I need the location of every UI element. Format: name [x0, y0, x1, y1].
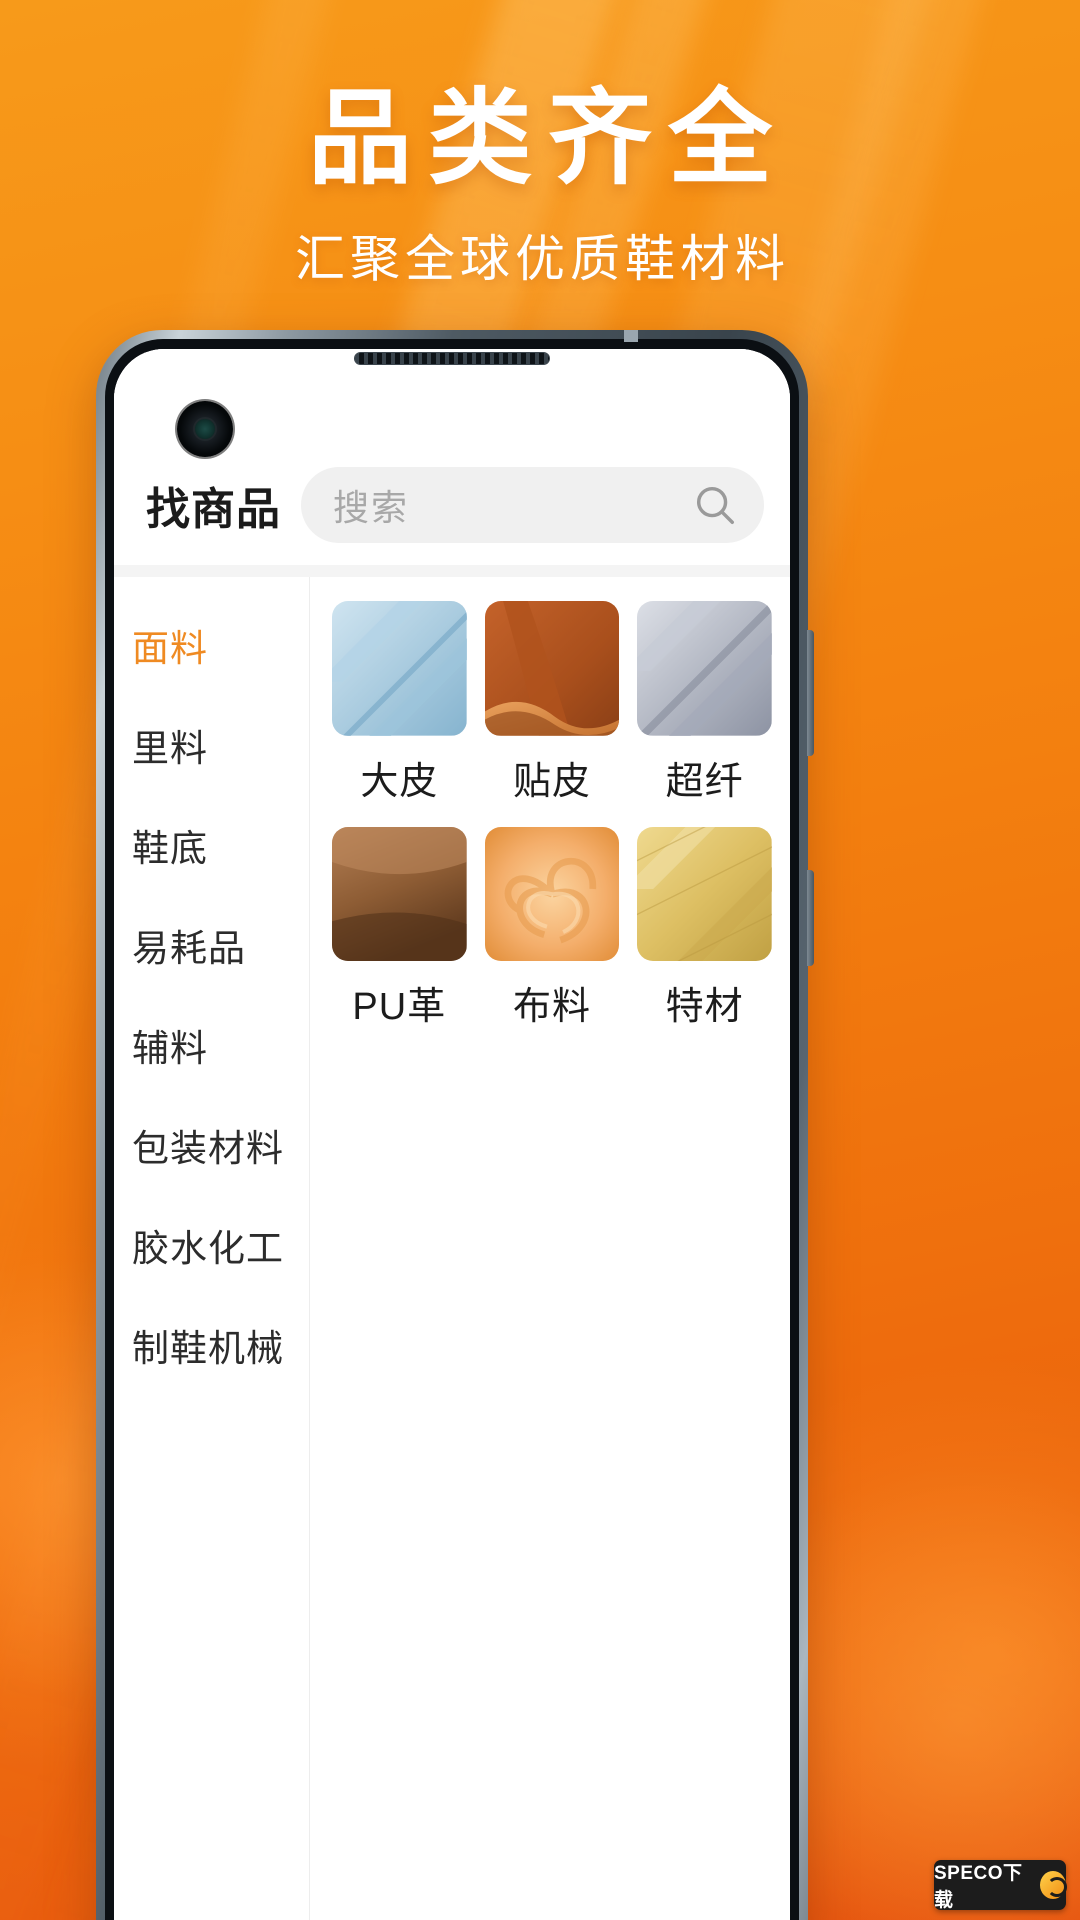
phone-mockup: 找商品 搜索 面料 里料 鞋底 易耗品 辅料 包装材料 胶水化工 制鞋机械 大皮…: [96, 330, 814, 1920]
power-key[interactable]: [807, 870, 814, 966]
watermark-badge: SPECO下载: [934, 1860, 1068, 1911]
sidebar-item-yihaopin[interactable]: 易耗品: [114, 895, 309, 995]
watermark-label: SPECO下载: [934, 1863, 1023, 1911]
antenna-band: [624, 330, 638, 342]
product-grid: 大皮 贴皮 超纤 PU革 布料 特材: [332, 601, 772, 1030]
front-camera-icon: [177, 401, 233, 457]
sidebar-item-mianliao[interactable]: 面料: [114, 595, 309, 695]
sidebar-item-baozhuangcailiao[interactable]: 包装材料: [114, 1095, 309, 1195]
product-cell-dapi[interactable]: 大皮: [332, 601, 467, 805]
product-cell-tiepi[interactable]: 贴皮: [484, 601, 620, 805]
search-input[interactable]: 搜索: [301, 467, 764, 543]
product-thumbnail: [637, 601, 772, 736]
sidebar-item-label: 里料: [132, 728, 208, 769]
page-title: 找商品: [146, 485, 281, 534]
earpiece-speaker-icon: [354, 352, 550, 365]
product-cell-tecai[interactable]: 特材: [637, 826, 772, 1031]
sidebar-item-label: 辅料: [132, 1028, 208, 1069]
app-container: 找商品 搜索 面料 里料 鞋底 易耗品 辅料 包装材料 胶水化工 制鞋机械 大皮…: [114, 349, 790, 1920]
product-grid-panel: 大皮 贴皮 超纤 PU革 布料 特材: [310, 577, 790, 1920]
sidebar-item-zhixiejixie[interactable]: 制鞋机械: [114, 1295, 309, 1395]
phone-screen: 找商品 搜索 面料 里料 鞋底 易耗品 辅料 包装材料 胶水化工 制鞋机械 大皮…: [114, 349, 790, 1920]
sidebar-item-label: 鞋底: [132, 828, 208, 869]
product-cell-chaoxian[interactable]: 超纤: [637, 601, 772, 805]
product-label: 特材: [665, 986, 744, 1029]
app-body: 面料 里料 鞋底 易耗品 辅料 包装材料 胶水化工 制鞋机械 大皮 贴皮 超纤 …: [114, 577, 790, 1920]
promo-title: 品类齐全: [307, 81, 788, 197]
product-cell-buliao[interactable]: 布料: [484, 826, 620, 1031]
search-icon[interactable]: [692, 482, 738, 528]
topbar-divider: [114, 565, 790, 577]
product-label: 大皮: [360, 760, 439, 803]
product-label: 贴皮: [512, 760, 591, 803]
phone-bezel: 找商品 搜索 面料 里料 鞋底 易耗品 辅料 包装材料 胶水化工 制鞋机械 大皮…: [105, 339, 799, 1920]
sidebar-item-label: 易耗品: [132, 928, 246, 969]
promo-header: 品类齐全 汇聚全球优质鞋材料: [0, 0, 1080, 291]
sidebar-item-label: 包装材料: [132, 1128, 284, 1169]
sidebar-item-label: 制鞋机械: [132, 1328, 284, 1369]
sidebar-item-xiedi[interactable]: 鞋底: [114, 795, 309, 895]
product-label: 布料: [512, 986, 591, 1029]
promo-subtitle: 汇聚全球优质鞋材料: [295, 230, 790, 287]
sidebar-item-label: 胶水化工: [132, 1228, 284, 1269]
category-sidebar[interactable]: 面料 里料 鞋底 易耗品 辅料 包装材料 胶水化工 制鞋机械: [114, 577, 310, 1920]
sidebar-item-liliao[interactable]: 里料: [114, 695, 309, 795]
app-topbar: 找商品 搜索: [114, 349, 790, 565]
product-thumbnail: [484, 826, 620, 962]
product-label: PU革: [352, 986, 447, 1029]
watermark-logo-icon: [1039, 1871, 1068, 1899]
product-cell-pu-ge[interactable]: PU革: [332, 826, 467, 1031]
product-thumbnail: [332, 601, 467, 736]
product-thumbnail: [332, 826, 467, 962]
product-label: 超纤: [665, 760, 744, 803]
product-thumbnail: [484, 601, 620, 736]
sidebar-item-label: 面料: [132, 628, 208, 669]
product-thumbnail: [637, 826, 772, 962]
sidebar-item-fuliao[interactable]: 辅料: [114, 995, 309, 1095]
sidebar-item-jiaoshuihuagong[interactable]: 胶水化工: [114, 1195, 309, 1295]
volume-key[interactable]: [807, 630, 814, 756]
search-placeholder: 搜索: [333, 487, 410, 528]
